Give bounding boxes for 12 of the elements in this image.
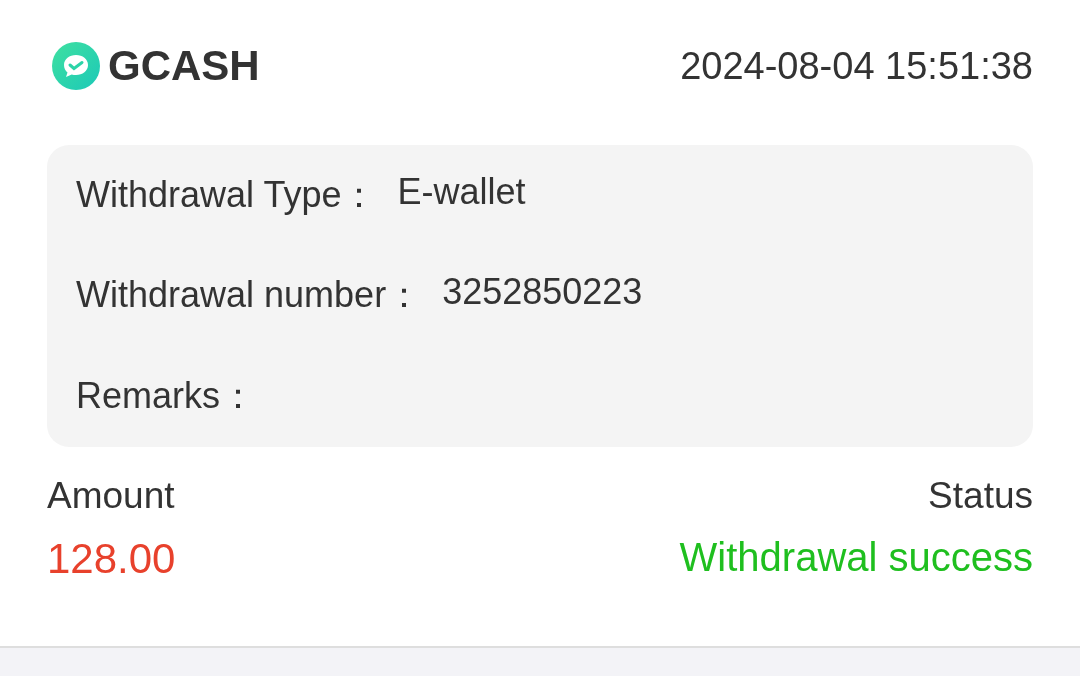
status-label: Status	[928, 475, 1033, 517]
detail-label: Withdrawal Type：	[76, 172, 378, 217]
brand-name: GCASH	[108, 42, 260, 90]
detail-label: Remarks：	[76, 374, 257, 419]
detail-value: 3252850223	[442, 271, 643, 315]
detail-label: Withdrawal number：	[76, 273, 423, 318]
amount-value: 128.00	[47, 535, 176, 583]
amount-label: Amount	[47, 475, 175, 517]
detail-value: E-wallet	[397, 170, 526, 214]
chat-bubble-check-icon	[52, 42, 100, 90]
status-value: Withdrawal success	[679, 535, 1033, 580]
timestamp: 2024-08-04 15:51:38	[680, 44, 1033, 88]
